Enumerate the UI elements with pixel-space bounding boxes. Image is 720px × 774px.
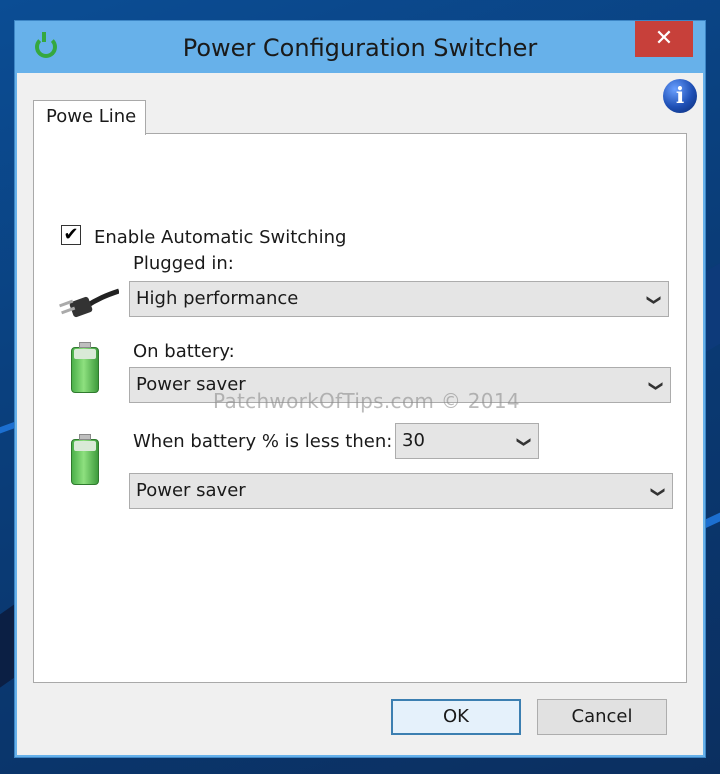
- battery-threshold-select[interactable]: 30 ❯: [395, 423, 539, 459]
- battery-threshold-value: 30: [402, 430, 425, 451]
- plugged-in-select[interactable]: High performance ❯: [129, 281, 669, 317]
- battery-icon: [71, 434, 99, 485]
- tab-power-line[interactable]: Powe Line: [33, 100, 146, 135]
- chevron-down-icon: ❯: [648, 380, 665, 392]
- chevron-down-icon: ❯: [516, 436, 533, 448]
- low-battery-value: Power saver: [136, 480, 246, 501]
- chevron-down-icon: ❯: [646, 294, 663, 306]
- on-battery-label: On battery:: [133, 341, 235, 362]
- info-icon[interactable]: i: [663, 79, 697, 113]
- power-plug-icon: [59, 288, 119, 318]
- plugged-in-value: High performance: [136, 288, 299, 309]
- enable-auto-switching-checkbox[interactable]: ✔: [61, 225, 81, 245]
- dialog-window: Power Configuration Switcher ✕ i Powe Li…: [14, 20, 706, 758]
- cancel-button[interactable]: Cancel: [537, 699, 667, 735]
- enable-auto-switching-label[interactable]: Enable Automatic Switching: [94, 227, 346, 248]
- chevron-down-icon: ❯: [650, 486, 667, 498]
- battery-icon: [71, 342, 99, 393]
- plugged-in-label: Plugged in:: [133, 253, 234, 274]
- watermark-text: PatchworkOfTips.com © 2014: [213, 389, 520, 413]
- ok-button[interactable]: OK: [391, 699, 521, 735]
- low-battery-label: When battery % is less then:: [133, 431, 393, 452]
- window-title: Power Configuration Switcher: [182, 34, 538, 62]
- close-button[interactable]: ✕: [635, 21, 693, 57]
- title-bar[interactable]: Power Configuration Switcher ✕: [15, 21, 705, 73]
- low-battery-select[interactable]: Power saver ❯: [129, 473, 673, 509]
- dialog-client-area: i Powe Line ✔ Enable Automatic Switching…: [17, 73, 703, 755]
